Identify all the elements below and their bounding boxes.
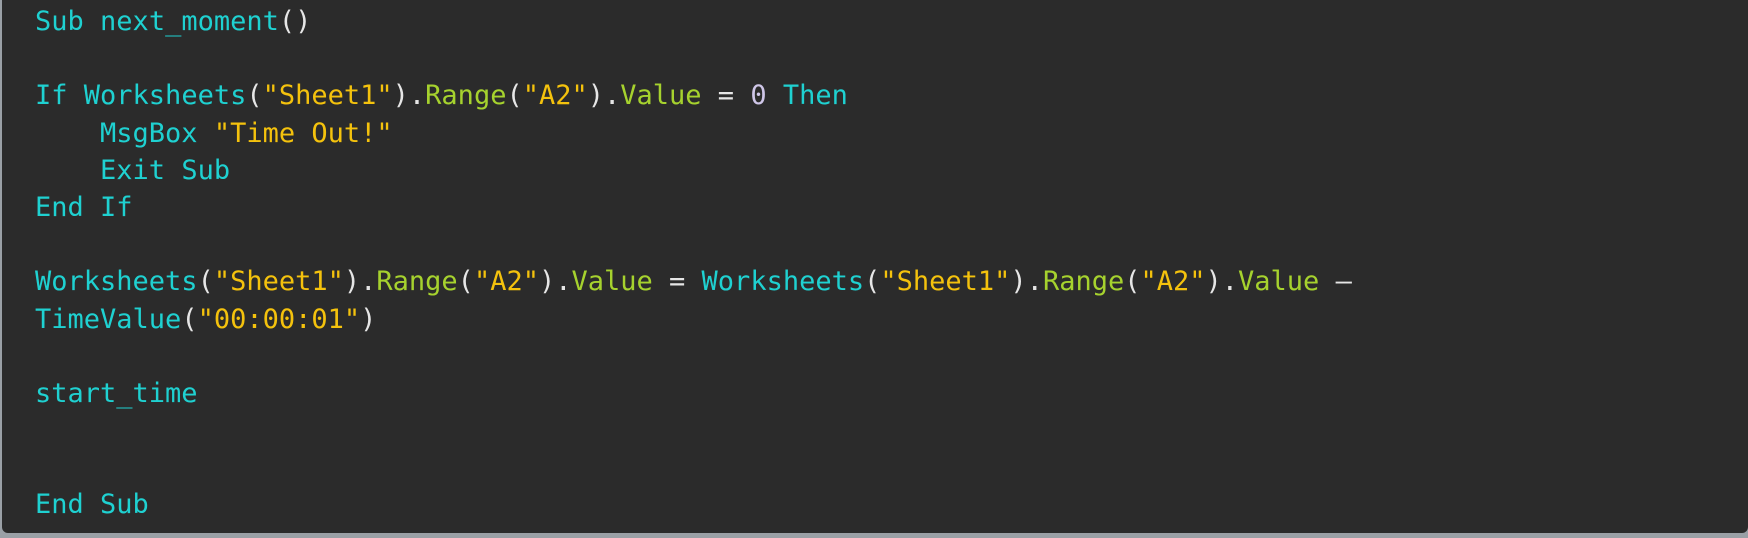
code-token-function: next_moment xyxy=(100,6,279,37)
code-line: ​ xyxy=(35,226,1352,263)
code-token-punct: ( xyxy=(181,303,198,335)
code-token-property: Range xyxy=(376,266,458,298)
code-token-function: Worksheets xyxy=(35,266,198,298)
code-token-punct: ). xyxy=(392,80,426,112)
code-token-keyword: Sub xyxy=(181,154,231,186)
code-token-operator: = xyxy=(701,80,751,112)
code-token-punct: ). xyxy=(587,80,621,112)
code-token-function: TimeValue xyxy=(35,303,182,335)
code-token-string: "A2" xyxy=(473,266,539,298)
code-token-identifier: start_time xyxy=(35,377,198,409)
code-token-operator: – xyxy=(1319,266,1352,298)
code-token-keyword: If xyxy=(100,191,133,223)
code-token-punct: () xyxy=(278,6,312,37)
code-token-number: 0 xyxy=(750,80,767,112)
code-token-function: Worksheets xyxy=(83,80,247,112)
code-line: ​ xyxy=(35,449,1352,486)
code-token-keyword: End xyxy=(35,191,84,223)
code-token-property: Value xyxy=(620,80,702,112)
code-token-punct: ( xyxy=(864,266,881,298)
code-token-property: Value xyxy=(1238,266,1320,298)
code-token-keyword: End xyxy=(35,489,84,521)
code-token-operator: = xyxy=(652,266,702,298)
code-token-string: "Sheet1" xyxy=(262,80,393,112)
code-line: Sub next_moment() xyxy=(35,3,1352,40)
code-token-punct: ). xyxy=(1205,266,1239,298)
code-token-property: Range xyxy=(425,80,507,112)
code-token-function: MsgBox xyxy=(100,117,198,149)
code-token-keyword: Sub xyxy=(100,489,149,521)
code-token-string: "Sheet1" xyxy=(213,266,344,298)
code-token-keyword: If xyxy=(35,80,68,112)
code-token-string: "A2" xyxy=(1140,266,1206,298)
code-token-string: "Time Out!" xyxy=(213,117,393,149)
code-line: ​ xyxy=(35,412,1352,449)
code-token-punct: ( xyxy=(1124,266,1141,298)
code-token-keyword: Exit xyxy=(100,154,166,186)
code-token-punct: ) xyxy=(360,303,377,335)
code-token-keyword: Then xyxy=(782,80,848,112)
code-token-punct: ). xyxy=(343,266,377,298)
code-token-property: Value xyxy=(571,266,653,298)
code-line: MsgBox "Time Out!" xyxy=(35,115,1352,152)
code-editor-panel[interactable]: Sub next_moment()​If Worksheets("Sheet1"… xyxy=(2,0,1748,533)
code-token-punct: ( xyxy=(457,266,474,298)
code-block[interactable]: Sub next_moment()​If Worksheets("Sheet1"… xyxy=(35,3,1352,524)
code-token-keyword: Sub xyxy=(35,6,84,37)
code-token-punct: ( xyxy=(197,266,214,298)
code-line: If Worksheets("Sheet1").Range("A2").Valu… xyxy=(35,77,1352,114)
code-token-string: "A2" xyxy=(522,80,588,112)
code-token-punct: ( xyxy=(246,80,263,112)
code-line: End If xyxy=(35,189,1352,226)
code-line: ​ xyxy=(35,338,1352,375)
code-line: Exit Sub xyxy=(35,152,1352,189)
code-token-punct: ). xyxy=(538,266,572,298)
code-line: start_time xyxy=(35,375,1352,412)
code-line: Worksheets("Sheet1").Range("A2").Value =… xyxy=(35,263,1352,300)
code-token-property: Range xyxy=(1042,266,1125,298)
code-line: TimeValue("00:00:01") xyxy=(35,301,1352,338)
code-line: End Sub xyxy=(35,486,1352,523)
code-token-string: "00:00:01" xyxy=(197,303,361,335)
code-token-punct: ). xyxy=(1010,266,1043,298)
code-line: ​ xyxy=(35,40,1352,77)
code-token-punct: ( xyxy=(506,80,523,112)
code-token-string: "Sheet1" xyxy=(880,266,1011,298)
code-token-function: Worksheets xyxy=(701,266,865,298)
